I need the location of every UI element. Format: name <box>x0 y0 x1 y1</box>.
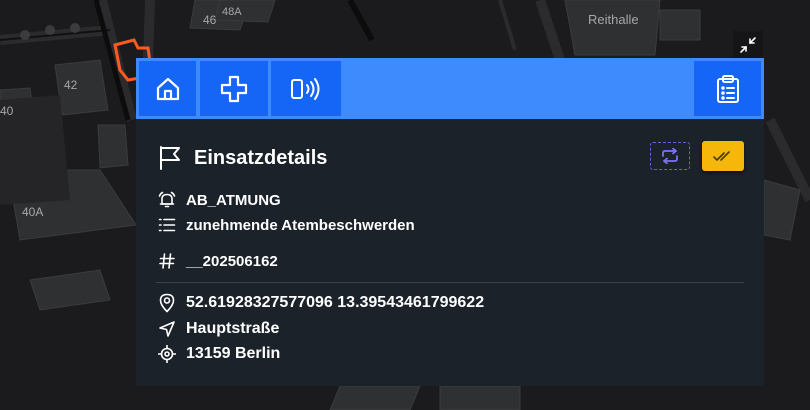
incident-number-row: __202506162 <box>158 250 278 272</box>
hash-icon <box>159 253 175 269</box>
repeat-icon <box>662 148 678 164</box>
details-divider <box>156 282 744 283</box>
city-row: 13159 Berlin <box>158 343 280 365</box>
collapse-button[interactable] <box>733 31 763 59</box>
map-label-46: 46 <box>203 13 217 27</box>
map-label-48a: 48A <box>222 6 242 18</box>
plus-icon <box>220 75 248 102</box>
details-title: Einsatzdetails <box>194 146 328 169</box>
add-button[interactable] <box>200 61 268 116</box>
navigation-arrow-icon <box>159 321 175 337</box>
home-button[interactable] <box>139 61 196 116</box>
incident-panel: Einsatzdetails AB_ATMUNG zunehmende Atem… <box>136 58 764 386</box>
crosshair-icon <box>158 345 176 363</box>
details-header: Einsatzdetails <box>158 143 327 173</box>
panel-content: Einsatzdetails AB_ATMUNG zunehmende Atem… <box>136 119 764 386</box>
double-check-icon <box>713 151 730 161</box>
alarm-keyword: AB_ATMUNG <box>186 191 281 209</box>
incident-number: __202506162 <box>186 252 278 270</box>
refresh-button[interactable] <box>650 142 690 170</box>
clipboard-button[interactable] <box>694 61 761 116</box>
incident-description: zunehmende Atembeschwerden <box>186 216 415 234</box>
description-row: zunehmende Atembeschwerden <box>158 214 415 236</box>
list-icon <box>158 218 176 232</box>
postal-city: 13159 Berlin <box>186 345 281 362</box>
radio-signal-icon <box>291 77 320 100</box>
coordinates-row: 52.61928327577096 13.39543461799622 <box>158 292 484 314</box>
map-label-reithalle: Reithalle <box>588 12 639 27</box>
panel-toolbar <box>136 58 764 119</box>
location-pin-icon <box>159 293 175 313</box>
map-label-40: 40 <box>0 104 14 118</box>
acknowledge-button[interactable] <box>702 141 744 171</box>
clipboard-list-icon <box>716 74 739 103</box>
coordinates: 52.61928327577096 13.39543461799622 <box>186 294 485 311</box>
street-row: Hauptstraße <box>158 318 279 340</box>
flag-icon <box>160 146 180 170</box>
map-label-42: 42 <box>64 78 78 92</box>
street: Hauptstraße <box>186 320 280 337</box>
collapse-arrows-icon <box>740 37 756 53</box>
home-icon <box>156 77 179 100</box>
alarm-keyword-row: AB_ATMUNG <box>158 189 281 211</box>
bell-icon <box>158 191 176 208</box>
radio-button[interactable] <box>271 61 341 116</box>
map-label-40a: 40A <box>22 205 43 219</box>
